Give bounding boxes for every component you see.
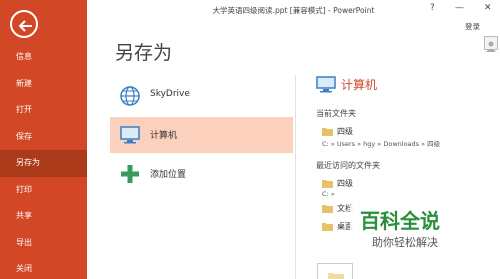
help-button[interactable]: ?: [430, 3, 435, 13]
back-button[interactable]: [10, 10, 38, 38]
location-label: 计算机: [150, 131, 178, 141]
folder-icon: [322, 128, 333, 136]
watermark-title: 百科全说: [360, 209, 440, 233]
title-bar: 大学英语四级阅读.ppt [兼容模式] - PowerPoint ? — ✕: [87, 0, 500, 22]
menu-item-print[interactable]: 打印: [0, 177, 87, 204]
menu-item-share[interactable]: 共享: [0, 203, 87, 230]
panel-divider: [295, 75, 296, 279]
menu-item-open[interactable]: 打开: [0, 97, 87, 124]
watermark-subtitle: 助你轻松解决: [372, 236, 438, 249]
menu-item-save-as[interactable]: 另存为: [0, 150, 87, 177]
location-add-place[interactable]: 添加位置: [110, 156, 293, 192]
menu-item-info[interactable]: 信息: [0, 44, 87, 71]
location-label: SkyDrive: [150, 89, 190, 99]
panel-header: 计算机: [316, 74, 500, 98]
folder-name: 四级: [337, 179, 353, 188]
folder-icon: [322, 205, 333, 213]
folder-icon: [328, 273, 344, 279]
location-skydrive[interactable]: SkyDrive: [110, 78, 293, 114]
folder-name: 四级: [337, 127, 353, 136]
plus-icon: [121, 165, 139, 183]
watermark: 百科全说 助你轻松解决: [350, 205, 465, 255]
panel-title: 计算机: [341, 78, 378, 92]
folder-path: C: » Users » hgy » Downloads » 四级: [322, 140, 441, 148]
globe-icon: [120, 86, 140, 106]
menu-item-save[interactable]: 保存: [0, 124, 87, 151]
recent-folders-heading: 最近访问的文件夹: [316, 161, 380, 170]
window-title: 大学英语四级阅读.ppt [兼容模式] - PowerPoint: [212, 6, 375, 15]
folder-icon: [322, 223, 333, 231]
backstage-menu: 信息 新建 打开 保存 另存为 打印 共享 导出 关闭: [0, 44, 87, 279]
folder-path: C: »: [322, 190, 335, 198]
menu-item-new[interactable]: 新建: [0, 71, 87, 98]
computer-icon: [120, 126, 140, 144]
menu-item-close[interactable]: 关闭: [0, 256, 87, 279]
page-title: 另存为: [115, 42, 173, 64]
login-link[interactable]: 登录: [465, 21, 480, 32]
user-icon: [486, 41, 496, 52]
current-folder-heading: 当前文件夹: [316, 109, 356, 118]
folder-icon: [322, 180, 333, 188]
recent-folder[interactable]: 四级 C: »: [322, 177, 500, 202]
avatar[interactable]: [484, 36, 498, 52]
menu-item-export[interactable]: 导出: [0, 230, 87, 257]
current-folder[interactable]: 四级 C: » Users » hgy » Downloads » 四级: [322, 125, 500, 150]
browse-button[interactable]: [317, 263, 353, 279]
close-button[interactable]: ✕: [484, 3, 492, 13]
location-label: 添加位置: [150, 170, 187, 180]
save-locations: SkyDrive 计算机 添加位置: [110, 78, 293, 195]
minimize-button[interactable]: —: [455, 3, 464, 13]
computer-icon: [316, 76, 336, 93]
backstage-sidebar: 信息 新建 打开 保存 另存为 打印 共享 导出 关闭: [0, 0, 87, 279]
location-computer[interactable]: 计算机: [110, 117, 293, 153]
arrow-left-icon: [18, 20, 32, 32]
